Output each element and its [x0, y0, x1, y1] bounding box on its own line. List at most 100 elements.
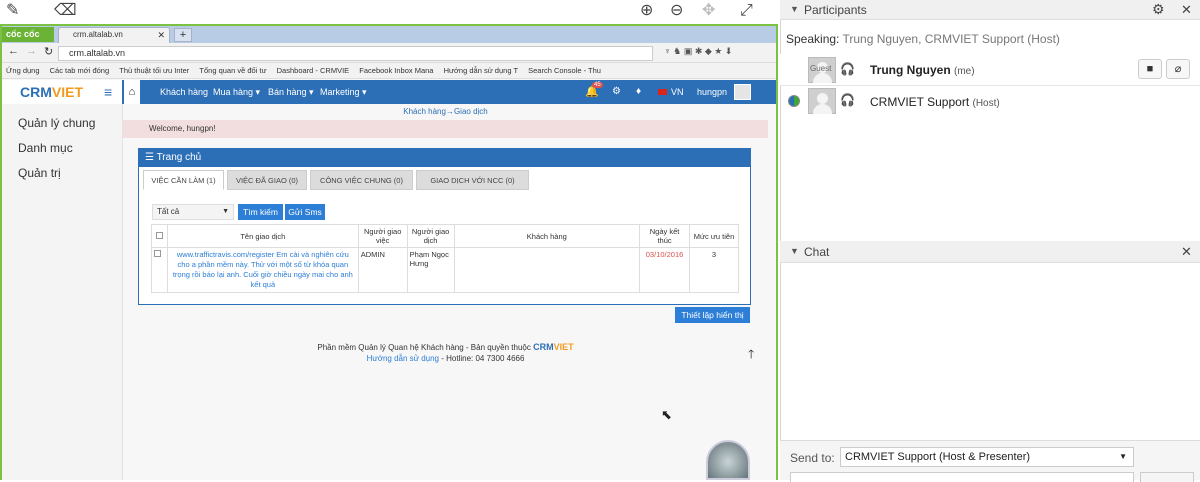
list-icon: ☰	[145, 152, 157, 163]
speaking-indicator: Speaking: Trung Nguyen, CRMVIET Support …	[786, 32, 1060, 46]
row-checkbox[interactable]	[151, 247, 168, 293]
sidebar-item-quan-tri[interactable]: Quản trị	[18, 166, 61, 180]
bookmark-item[interactable]: Dashboard - CRMVIE	[277, 63, 350, 78]
back-icon[interactable]: ←	[8, 45, 19, 57]
home-icon[interactable]: ⌂	[124, 80, 140, 104]
language-label[interactable]: VN	[671, 80, 684, 104]
logo-suffix: VIET	[51, 84, 84, 100]
col-ngay-ket-thuc: Ngày kết thúc	[639, 224, 691, 248]
table-row[interactable]: www.traffictravis.com/register Em cài và…	[151, 247, 739, 293]
participant-row[interactable]: Guest 🎧 Trung Nguyen (me) ■ ⌀	[780, 54, 1200, 86]
reload-icon[interactable]: ↻	[44, 45, 53, 58]
nav-mua-hang[interactable]: Mua hàng ▾	[213, 80, 260, 104]
caret-down-icon: ▼	[222, 208, 229, 215]
logo-prefix: CRM	[20, 84, 52, 100]
send-button[interactable]	[1140, 472, 1194, 482]
pencil-icon[interactable]: ✎	[6, 2, 19, 20]
chat-widget-icon[interactable]	[706, 440, 750, 480]
zoom-in-icon[interactable]: ⊕	[640, 2, 653, 20]
panel-title: Trang chủ	[156, 152, 202, 163]
tab-viec-da-giao[interactable]: VIỆC ĐÃ GIAO (0)	[227, 170, 307, 190]
nav-marketing[interactable]: Marketing ▾	[320, 80, 367, 104]
move-icon[interactable]: ✥	[702, 2, 715, 20]
mouse-cursor-icon: ⬉	[661, 407, 672, 422]
send-to-value: CRMVIET Support (Host & Presenter)	[845, 451, 1031, 463]
close-icon[interactable]: ✕	[157, 28, 165, 42]
participants-title: Participants	[804, 3, 867, 17]
speaking-names: Trung Nguyen, CRMVIET Support (Host)	[842, 32, 1060, 46]
task-table: Tên giao dịch Người giao việc Người giao…	[151, 224, 739, 293]
browser-tab[interactable]: crm.altalab.vn ✕	[58, 27, 170, 43]
bookmark-item[interactable]: Hướng dẫn sử dụng T	[444, 63, 518, 78]
breadcrumb[interactable]: Khách hàng→Giao dịch	[123, 105, 768, 118]
participant-name: CRMVIET Support (Host)	[870, 95, 1000, 109]
help-link[interactable]: Hướng dẫn sử dụng	[367, 354, 439, 363]
new-tab-button[interactable]: +	[174, 28, 192, 42]
task-name-link[interactable]: www.traffictravis.com/register Em cài và…	[166, 247, 359, 293]
bookmark-item[interactable]: Tổng quan về đối tư	[199, 63, 266, 78]
zoom-out-icon[interactable]: ⊖	[670, 2, 683, 20]
audio-icon: 🎧	[840, 93, 855, 107]
nav-khach-hang[interactable]: Khách hàng	[160, 80, 208, 104]
bookmark-item[interactable]: Các tab mới đóng	[50, 63, 110, 78]
footer-copyright: Phần mềm Quản lý Quan hệ Khách hàng - Bả…	[123, 342, 768, 352]
participant-name: Trung Nguyen (me)	[870, 63, 975, 77]
col-nguoi-giao-dich: Người giao dịch	[406, 224, 455, 248]
mute-icon[interactable]: ⌀	[1166, 59, 1190, 79]
gear-icon[interactable]: ⚙	[1152, 1, 1165, 18]
menu-icon[interactable]: ≡	[104, 84, 112, 100]
tab-viec-can-lam[interactable]: VIỆC CẦN LÀM (1)	[143, 170, 224, 190]
fullscreen-icon[interactable]: ⤢	[740, 2, 753, 20]
bookmarks-bar: Ứng dụng Các tab mới đóng Thủ thuật tối …	[2, 63, 776, 79]
close-icon[interactable]: ✕	[1181, 244, 1192, 260]
participant-row[interactable]: 🎧 CRMVIET Support (Host)	[805, 86, 1200, 118]
send-to-select[interactable]: CRMVIET Support (Host & Presenter) ▼	[840, 447, 1134, 467]
display-settings-button[interactable]: Thiết lập hiển thị	[675, 307, 750, 323]
annotation-toolbar: ✎ ⌫ ⊕ ⊖ ✥ ⤢	[0, 0, 780, 22]
participants-header[interactable]: Participants	[780, 0, 1200, 20]
avatar: Guest	[808, 57, 836, 83]
extension-icons[interactable]: ♆ ♞ ▣ ✱ ◆ ★ ⬇	[664, 46, 732, 57]
bookmark-item[interactable]: Thủ thuật tối ưu Inter	[119, 63, 189, 78]
caret-down-icon: ▼	[1119, 452, 1127, 461]
task-assigner: ADMIN	[357, 247, 408, 293]
collapse-icon[interactable]: ▼	[790, 246, 799, 256]
collapse-icon[interactable]: ▼	[790, 4, 799, 14]
sidebar-item-danh-muc[interactable]: Danh mục	[18, 141, 73, 155]
tab-cong-viec-chung[interactable]: CÔNG VIỆC CHUNG (0)	[310, 170, 413, 190]
sidebar-item-quan-ly-chung[interactable]: Quản lý chung	[18, 116, 95, 130]
forward-icon[interactable]: →	[26, 45, 37, 57]
select-all-checkbox[interactable]	[151, 224, 168, 248]
close-icon[interactable]: ✕	[1181, 2, 1192, 18]
bookmark-item[interactable]: Search Console - Thu	[528, 63, 601, 78]
search-button[interactable]: Tìm kiếm	[238, 204, 283, 220]
flag-icon	[658, 89, 667, 95]
chat-header[interactable]: Chat	[780, 241, 1200, 263]
nav-ban-hang[interactable]: Bán hàng ▾	[268, 80, 314, 104]
drop-icon[interactable]: ♦	[636, 80, 641, 104]
hotline-text: - Hotline: 04 7300 4666	[441, 354, 525, 363]
bookmark-item[interactable]: Ứng dụng	[6, 63, 40, 78]
presenter-icon	[788, 95, 800, 107]
task-contact: Phạm Ngọc Hưng	[406, 247, 455, 293]
table-header-row: Tên giao dịch Người giao việc Người giao…	[151, 224, 739, 248]
col-muc-uu-tien: Mức ưu tiên	[689, 224, 739, 248]
eraser-icon[interactable]: ⌫	[54, 2, 77, 20]
chat-input[interactable]	[790, 472, 1134, 482]
bookmark-item[interactable]: Facebook Inbox Mana	[359, 63, 433, 78]
panel-header: ☰ Trang chủ	[139, 149, 750, 167]
user-avatar[interactable]	[734, 84, 751, 100]
gear-icon[interactable]: ⚙	[612, 80, 621, 104]
camera-icon[interactable]: ■	[1138, 59, 1162, 79]
filter-select[interactable]: Tất cả ▼	[152, 204, 234, 220]
url-field[interactable]: crm.altalab.vn	[58, 46, 653, 61]
crm-sidebar: Quản lý chung Danh mục Quản trị	[2, 104, 123, 480]
footer-help: Hướng dẫn sử dụng - Hotline: 04 7300 466…	[123, 354, 768, 363]
tab-giao-dich-ncc[interactable]: GIAO DỊCH VỚI NCC (0)	[416, 170, 529, 190]
task-priority: 3	[689, 247, 739, 293]
send-sms-button[interactable]: Gửi Sms	[285, 204, 325, 220]
user-name[interactable]: hungpn	[697, 80, 727, 104]
scroll-top-icon[interactable]: 🡑	[748, 345, 754, 366]
browser-brand[interactable]: cốc cốc	[2, 27, 54, 42]
browser-tab-title: crm.altalab.vn	[73, 30, 123, 39]
